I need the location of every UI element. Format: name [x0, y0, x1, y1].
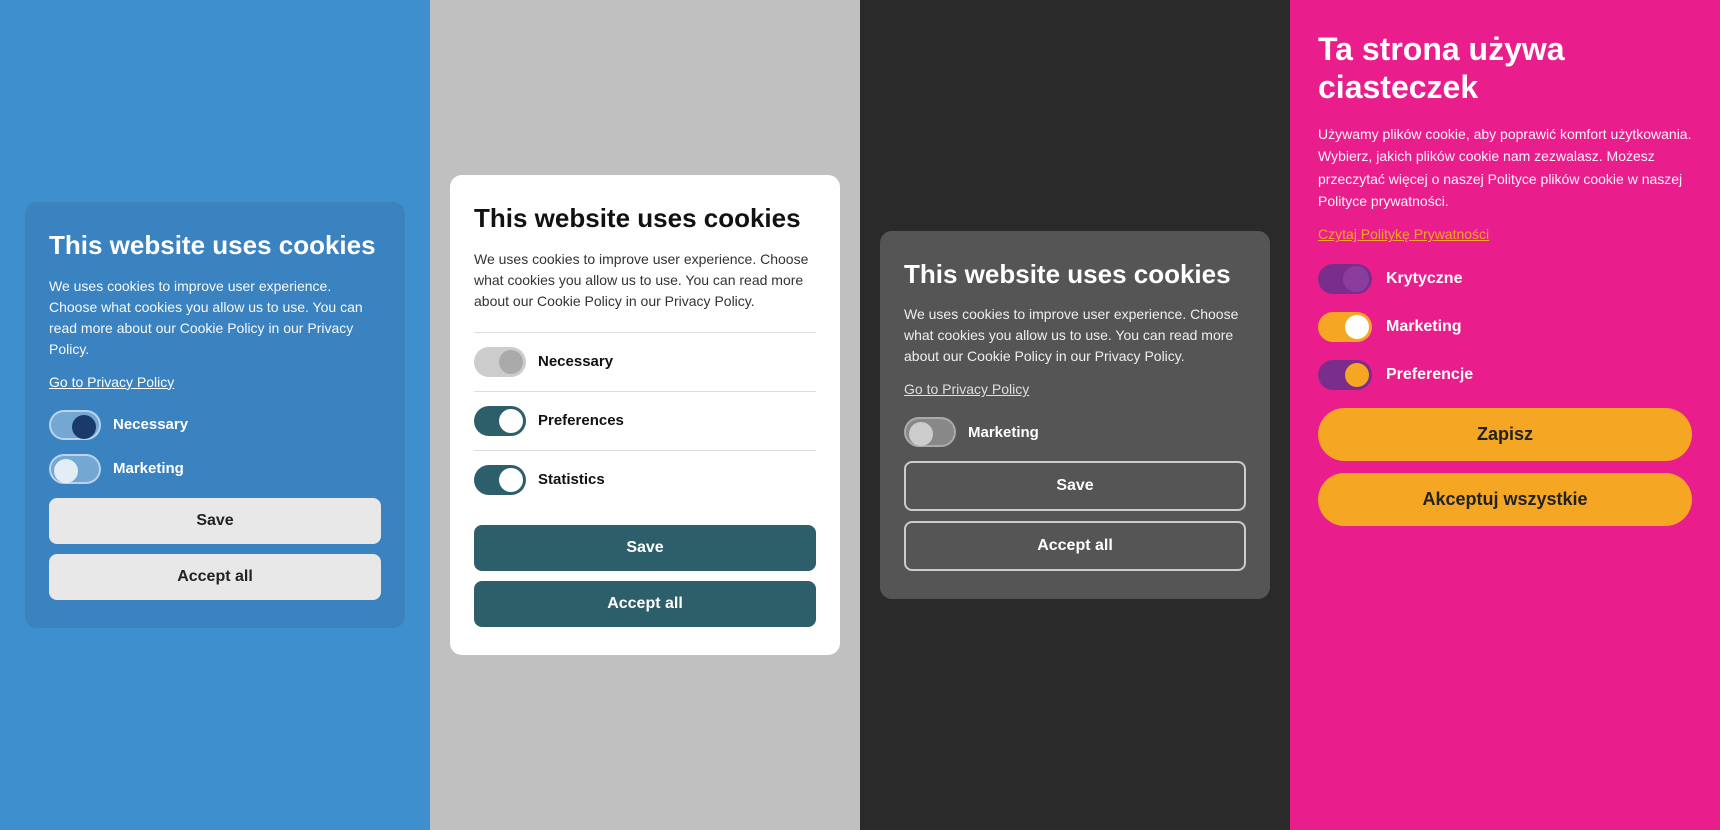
- toggle-label-marketing-4: Marketing: [1386, 318, 1462, 336]
- dialog-description-4: Używamy plików cookie, aby poprawić komf…: [1318, 123, 1692, 213]
- toggle-preferences-2[interactable]: [474, 406, 526, 436]
- dialog-description-2: We uses cookies to improve user experien…: [474, 249, 816, 312]
- dialog-description-1: We uses cookies to improve user experien…: [49, 276, 381, 360]
- toggle-row-preferences-2: Preferences: [474, 391, 816, 450]
- toggle-necessary-1[interactable]: [49, 410, 101, 440]
- accept-all-button-4[interactable]: Akceptuj wszystkie: [1318, 473, 1692, 526]
- dialog-description-3: We uses cookies to improve user experien…: [904, 304, 1246, 367]
- toggle-knob-marketing-4: [1345, 315, 1369, 339]
- panel-pink: Ta strona używa ciasteczek Używamy plikó…: [1290, 0, 1720, 830]
- toggle-label-preferencje-4: Preferencje: [1386, 366, 1473, 384]
- toggle-marketing-4[interactable]: [1318, 312, 1372, 342]
- dialog-title-4: Ta strona używa ciasteczek: [1318, 30, 1692, 107]
- privacy-policy-link-4[interactable]: Czytaj Politykę Prywatności: [1318, 226, 1692, 242]
- toggle-row-marketing-3: Marketing: [904, 417, 1246, 447]
- toggle-label-statistics-2: Statistics: [538, 471, 605, 488]
- toggle-knob-marketing-3: [909, 422, 933, 446]
- toggle-knob-preferencje-4: [1345, 363, 1369, 387]
- toggle-label-marketing-3: Marketing: [968, 424, 1039, 441]
- panel-light-gray: This website uses cookies We uses cookie…: [430, 0, 860, 830]
- toggle-row-necessary-2: Necessary: [474, 332, 816, 391]
- save-button-3[interactable]: Save: [904, 461, 1246, 511]
- toggle-knob-necessary-2: [499, 350, 523, 374]
- save-button-4[interactable]: Zapisz: [1318, 408, 1692, 461]
- toggle-marketing-1[interactable]: [49, 454, 101, 484]
- cookie-dialog-4: Ta strona używa ciasteczek Używamy plikó…: [1318, 30, 1692, 526]
- toggle-row-marketing-1: Marketing: [49, 454, 381, 484]
- cookie-dialog-3: This website uses cookies We uses cookie…: [880, 231, 1270, 599]
- toggle-row-krytyczne-4: Krytyczne: [1318, 264, 1692, 294]
- toggle-knob-marketing-1: [54, 459, 78, 483]
- panel-dark: This website uses cookies We uses cookie…: [860, 0, 1290, 830]
- save-button-2[interactable]: Save: [474, 525, 816, 571]
- accept-all-button-3[interactable]: Accept all: [904, 521, 1246, 571]
- cookie-dialog-1: This website uses cookies We uses cookie…: [25, 202, 405, 627]
- toggle-krytyczne-4[interactable]: [1318, 264, 1372, 294]
- toggle-knob-krytyczne-4: [1343, 266, 1369, 292]
- toggle-marketing-3[interactable]: [904, 417, 956, 447]
- save-button-1[interactable]: Save: [49, 498, 381, 544]
- accept-all-button-1[interactable]: Accept all: [49, 554, 381, 600]
- toggle-label-necessary-1: Necessary: [113, 416, 188, 433]
- toggle-label-necessary-2: Necessary: [538, 353, 613, 370]
- toggle-preferencje-4[interactable]: [1318, 360, 1372, 390]
- toggle-row-preferencje-4: Preferencje: [1318, 360, 1692, 390]
- accept-all-button-2[interactable]: Accept all: [474, 581, 816, 627]
- dialog-title-3: This website uses cookies: [904, 259, 1246, 290]
- dialog-title-1: This website uses cookies: [49, 230, 381, 261]
- toggle-row-statistics-2: Statistics: [474, 450, 816, 509]
- toggle-necessary-2[interactable]: [474, 347, 526, 377]
- toggle-statistics-2[interactable]: [474, 465, 526, 495]
- toggle-knob-statistics-2: [499, 468, 523, 492]
- toggle-knob-necessary-1: [72, 415, 96, 439]
- dialog-title-2: This website uses cookies: [474, 203, 816, 234]
- toggle-label-preferences-2: Preferences: [538, 412, 624, 429]
- toggle-label-marketing-1: Marketing: [113, 460, 184, 477]
- toggle-row-necessary-1: Necessary: [49, 410, 381, 440]
- cookie-dialog-2: This website uses cookies We uses cookie…: [450, 175, 840, 654]
- toggle-row-marketing-4: Marketing: [1318, 312, 1692, 342]
- privacy-policy-link-3[interactable]: Go to Privacy Policy: [904, 381, 1246, 397]
- privacy-policy-link-1[interactable]: Go to Privacy Policy: [49, 374, 381, 390]
- toggle-knob-preferences-2: [499, 409, 523, 433]
- panel-blue: This website uses cookies We uses cookie…: [0, 0, 430, 830]
- toggle-label-krytyczne-4: Krytyczne: [1386, 270, 1462, 288]
